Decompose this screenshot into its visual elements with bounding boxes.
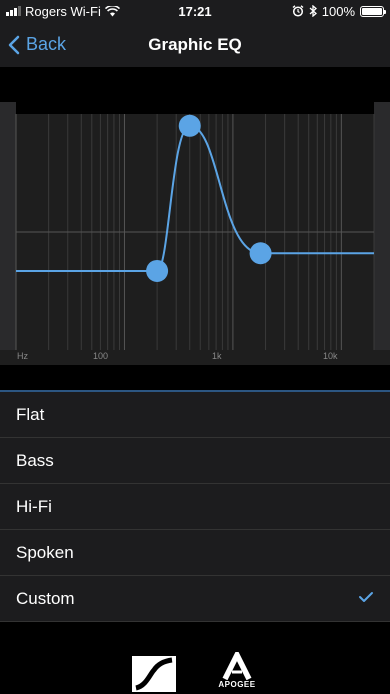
footer: APOGEE [0, 622, 390, 694]
eq-handle-3[interactable] [249, 242, 272, 265]
axis-label-hz: Hz [17, 351, 28, 361]
signal-icon [6, 6, 21, 16]
preset-label: Spoken [16, 542, 74, 562]
wifi-icon [104, 5, 120, 16]
axis-label-10k: 10k [323, 351, 338, 361]
eq-handle-1[interactable] [146, 259, 169, 282]
axis-label-1k: 1k [212, 351, 222, 361]
battery-icon [360, 5, 386, 17]
apogee-logo: APOGEE [216, 648, 258, 692]
preset-bass[interactable]: Bass [0, 438, 390, 484]
preset-spoken[interactable]: Spoken [0, 530, 390, 576]
preset-label: Bass [16, 450, 54, 470]
eq-graph[interactable]: Hz 100 1k 10k [0, 67, 390, 390]
battery-percent: 100% [321, 3, 355, 19]
status-left: Rogers Wi-Fi [6, 4, 146, 19]
nav-bar: Back Graphic EQ [0, 22, 390, 67]
sennheiser-logo [132, 656, 176, 692]
preset-label: Hi-Fi [16, 496, 52, 516]
chevron-left-icon [8, 35, 20, 54]
checkmark-icon [359, 592, 373, 602]
carrier-label: Rogers Wi-Fi [25, 3, 101, 19]
preset-hifi[interactable]: Hi-Fi [0, 484, 390, 530]
eq-right-bar [374, 102, 390, 365]
back-button[interactable]: Back [8, 22, 66, 67]
eq-chart[interactable]: Hz 100 1k 10k [0, 67, 390, 390]
preset-label: Flat [16, 404, 45, 424]
preset-flat[interactable]: Flat [0, 392, 390, 438]
preset-list: Flat Bass Hi-Fi Spoken Custom [0, 392, 390, 622]
status-right: 100% [292, 3, 386, 19]
axis-label-100: 100 [93, 351, 108, 361]
apogee-text: APOGEE [218, 680, 256, 689]
status-bar: Rogers Wi-Fi 17:21 100% [0, 0, 390, 22]
preset-label: Custom [16, 588, 75, 608]
eq-left-bar [0, 102, 16, 365]
eq-handle-2[interactable] [178, 114, 201, 137]
alarm-icon [292, 5, 304, 17]
back-label: Back [26, 34, 67, 54]
bluetooth-icon [309, 5, 317, 17]
eq-plot-area [16, 114, 374, 365]
preset-custom[interactable]: Custom [0, 576, 390, 622]
